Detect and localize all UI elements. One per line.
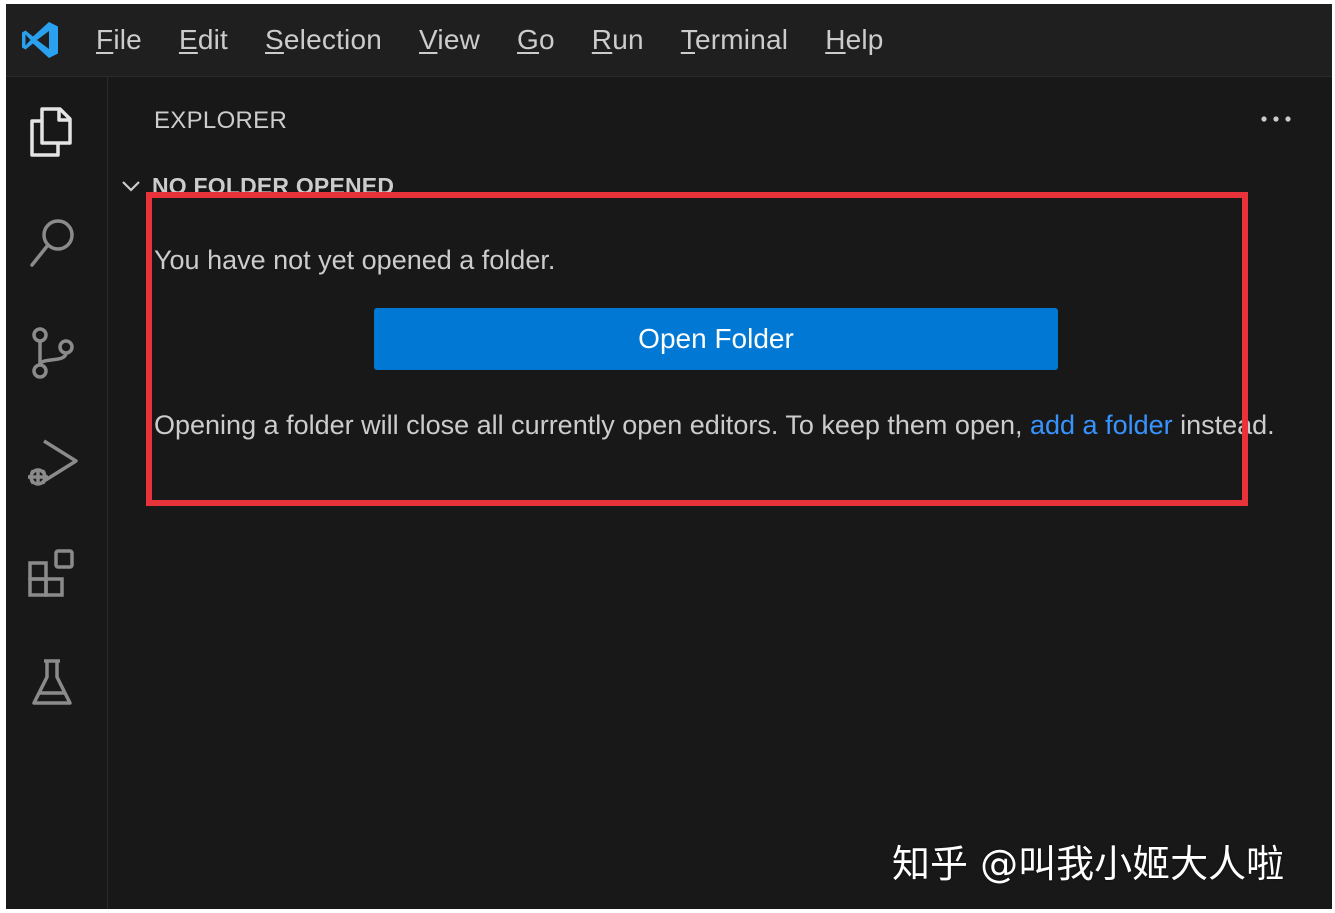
menu-help[interactable]: Help — [825, 24, 883, 56]
menu-view[interactable]: View — [419, 24, 480, 56]
menu-run[interactable]: Run — [592, 24, 644, 56]
menu-terminal[interactable]: Terminal — [681, 24, 788, 56]
explorer-sidebar: EXPLORER NO FOLDER OPENED You have not y… — [108, 77, 1332, 909]
menu-go[interactable]: Go — [517, 24, 555, 56]
no-folder-message: You have not yet opened a folder. — [154, 245, 556, 275]
run-debug-icon[interactable] — [22, 433, 82, 493]
explorer-icon[interactable] — [22, 101, 82, 161]
activity-bar — [6, 77, 108, 909]
watermark: 知乎 @叫我小姬大人啦 — [892, 842, 1285, 886]
extensions-icon[interactable] — [22, 543, 82, 603]
menu-edit[interactable]: Edit — [179, 24, 228, 56]
open-folder-note: Opening a folder will close all currentl… — [154, 410, 1275, 440]
title-bar: File Edit Selection View Go Run Terminal… — [6, 4, 1332, 77]
sidebar-title: EXPLORER — [154, 107, 288, 134]
menu-selection[interactable]: Selection — [265, 24, 382, 56]
vscode-window: File Edit Selection View Go Run Terminal… — [6, 4, 1332, 909]
section-header[interactable]: NO FOLDER OPENED — [118, 171, 394, 201]
vscode-logo-icon — [20, 20, 60, 60]
section-title: NO FOLDER OPENED — [152, 172, 395, 199]
search-icon[interactable] — [22, 213, 82, 273]
menu-bar: File Edit Selection View Go Run Terminal… — [96, 4, 921, 76]
add-folder-link[interactable]: add a folder — [1030, 410, 1173, 440]
chevron-down-icon — [118, 173, 144, 199]
open-folder-button[interactable]: Open Folder — [374, 308, 1058, 370]
source-control-icon[interactable] — [22, 323, 82, 383]
more-actions-icon[interactable] — [1256, 107, 1296, 131]
testing-icon[interactable] — [22, 653, 82, 713]
menu-file[interactable]: File — [96, 24, 142, 56]
